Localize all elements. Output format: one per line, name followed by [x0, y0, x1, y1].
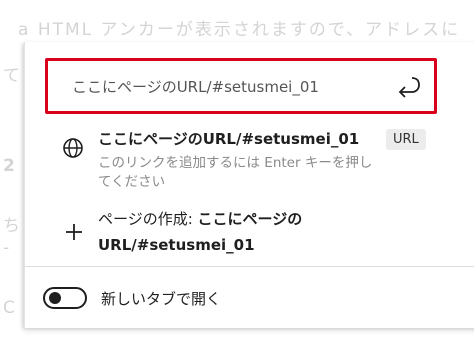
link-popup: ここにページのURL/#setusmei_01 ここにページのURL/#setu… [24, 42, 474, 328]
url-input-text: ここにページのURL/#setusmei_01 [72, 77, 319, 96]
globe-icon [63, 138, 83, 158]
suggestion-title: ここにページのURL/#setusmei_01 [98, 130, 360, 148]
url-input[interactable]: ここにページのURL/#setusmei_01 [45, 58, 437, 114]
background-fragment: 2 [3, 156, 15, 176]
suggestion-description: このリンクを追加するには Enter キーを押してください [98, 155, 373, 190]
enter-return-icon[interactable] [396, 74, 422, 100]
new-tab-toggle-row: 新しいタブで開く [25, 284, 474, 314]
suggestion-create-page[interactable]: ページの作成: ここにページのURL/#setusmei_01 [25, 206, 474, 266]
plus-icon [66, 224, 82, 240]
url-badge: URL [386, 129, 426, 150]
toggle-knob [49, 292, 61, 304]
new-tab-toggle[interactable] [43, 287, 87, 309]
background-page-text: a HTML アンカーが表示されますので、アドレスに [18, 20, 461, 40]
new-tab-label: 新しいタブで開く [101, 290, 222, 308]
background-fragment: C [3, 298, 15, 318]
create-page-text: ページの作成: ここにページのURL/#setusmei_01 [98, 206, 398, 258]
background-fragment: て [3, 66, 20, 86]
background-fragment: - [3, 238, 10, 258]
divider [25, 266, 474, 267]
create-page-prefix: ページの作成: [98, 210, 198, 228]
background-fragment: ち [3, 216, 20, 236]
